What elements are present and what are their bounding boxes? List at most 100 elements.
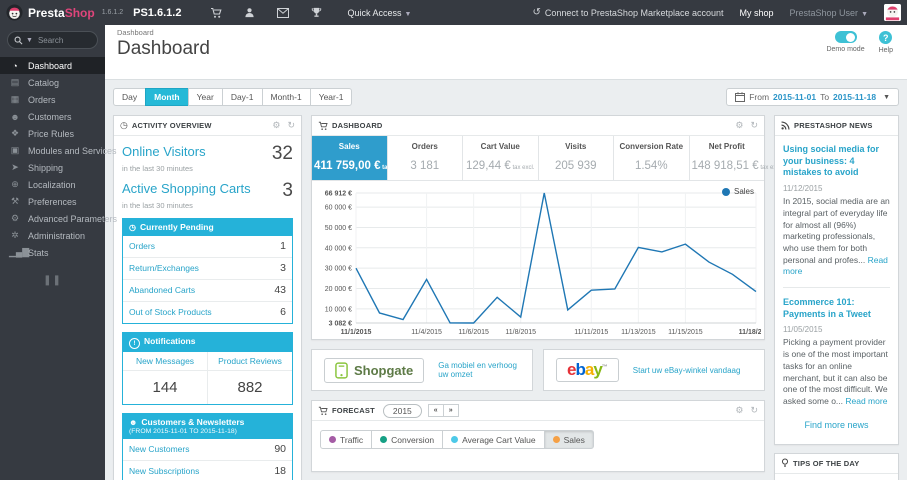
refresh-icon[interactable]: ↻ xyxy=(750,405,758,416)
range-button-day-1[interactable]: Day-1 xyxy=(221,88,263,106)
sidebar-item-customers[interactable]: ☻ Customers xyxy=(0,108,105,125)
sidebar-item-label: Orders xyxy=(28,94,56,105)
stats-icon: ▁▄▇ xyxy=(9,247,30,257)
notification-column: Product Reviews 882 xyxy=(207,352,292,404)
sidebar-item-shipping[interactable]: ➤ Shipping xyxy=(0,159,105,176)
cart-notifications-icon[interactable] xyxy=(210,7,223,19)
sidebar: ▼ ◔ Dashboard ▤ Catalog ▦ Orders ☻ Customers ❖ Pr… xyxy=(0,25,117,480)
sidebar-item-label: Catalog xyxy=(28,77,60,88)
kpi-tile-conversion-rate[interactable]: Conversion Rate 1.54% xyxy=(613,136,689,180)
customer-notifications-icon[interactable] xyxy=(244,7,255,18)
range-button-year-1[interactable]: Year-1 xyxy=(309,88,353,106)
next-year-button[interactable]: » xyxy=(442,404,459,417)
my-shop-link[interactable]: My shop xyxy=(740,8,774,18)
news-article-title[interactable]: Ecommerce 101: Payments in a Tweet xyxy=(783,297,890,320)
news-article-title[interactable]: Using social media for your business: 4 … xyxy=(783,144,890,179)
refresh-icon[interactable]: ↻ xyxy=(750,120,758,131)
notification-label[interactable]: Product Reviews xyxy=(208,352,292,371)
news-article-date: 11/12/2015 xyxy=(783,184,823,194)
sidebar-item-stats[interactable]: ▁▄▇ Stats xyxy=(0,244,105,261)
prestashop-brand[interactable]: PrestaShop 1.6.1.2 xyxy=(0,4,133,21)
svg-text:40 000 €: 40 000 € xyxy=(325,245,352,252)
read-more-link[interactable]: Read more xyxy=(783,255,888,277)
kpi-tile-orders[interactable]: Orders 3 181 xyxy=(386,136,463,180)
cart-icon xyxy=(318,406,328,416)
date-range-button[interactable]: From 2015-11-01 To 2015-11-18 ▼ xyxy=(726,88,899,106)
online-visitors-link[interactable]: Online Visitors xyxy=(122,144,206,159)
quick-access-menu[interactable]: Quick Access ▼ xyxy=(347,8,411,18)
messages-icon[interactable] xyxy=(277,7,290,18)
news-article-excerpt: In 2015, social media are an integral pa… xyxy=(783,196,890,277)
pending-label[interactable]: Return/Exchanges xyxy=(129,263,199,273)
forecast-toggle-traffic[interactable]: Traffic xyxy=(320,430,373,449)
range-button-month[interactable]: Month xyxy=(145,88,189,106)
kpi-tile-cart-value[interactable]: Cart Value 129,44 € tax excl. xyxy=(462,136,538,180)
orders-icon: ▦ xyxy=(10,94,20,104)
notification-label[interactable]: New Messages xyxy=(123,352,207,371)
date-to: 2015-11-18 xyxy=(833,92,877,102)
sidebar-item-modules-and-services[interactable]: ▣ Modules and Services xyxy=(0,142,117,159)
help-icon[interactable]: ? xyxy=(879,31,893,44)
top-bar: PrestaShop 1.6.1.2 PS1.6.1.2 Quick Acces… xyxy=(0,0,907,25)
sidebar-item-catalog[interactable]: ▤ Catalog xyxy=(0,74,105,91)
sidebar-search[interactable]: ▼ xyxy=(7,31,98,49)
read-more-link[interactable]: Read more xyxy=(845,396,887,406)
kpi-tile-sales[interactable]: Sales 411 759,00 € tax excl. xyxy=(312,136,406,180)
news-article-date: 11/05/2015 xyxy=(783,325,823,335)
gear-icon[interactable]: ⚙ xyxy=(735,120,743,131)
kpi-tile-visits[interactable]: Visits 205 939 xyxy=(537,136,614,180)
customers-row: New Customers 90 xyxy=(123,439,292,460)
shopgate-logo[interactable]: Shopgate xyxy=(324,357,425,383)
forecast-toggle-sales[interactable]: Sales xyxy=(543,430,594,449)
pending-label[interactable]: Abandoned Carts xyxy=(129,285,195,295)
customers-value: 18 xyxy=(274,465,286,478)
sidebar-collapse-button[interactable]: ❚❚ xyxy=(0,275,105,286)
sales-series-line xyxy=(355,192,757,324)
trophy-icon[interactable] xyxy=(311,7,322,18)
search-input[interactable] xyxy=(35,34,91,46)
kpi-value: 205 939 xyxy=(554,160,597,172)
gear-icon[interactable]: ⚙ xyxy=(272,120,280,131)
sidebar-item-preferences[interactable]: ⚒ Preferences xyxy=(0,193,105,210)
pending-label[interactable]: Orders xyxy=(129,241,155,251)
active-carts-link[interactable]: Active Shopping Carts xyxy=(122,181,251,196)
shop-name[interactable]: PS1.6.1.2 xyxy=(133,7,181,19)
toggle-on-icon[interactable] xyxy=(834,31,857,43)
ebay-logo[interactable]: ebay™ xyxy=(556,358,619,382)
panel-title: ACTIVITY OVERVIEW xyxy=(131,121,212,130)
sidebar-item-advanced-parameters[interactable]: ⚙ Advanced Parameters xyxy=(0,210,117,227)
notification-value: 144 xyxy=(152,379,178,396)
breadcrumb[interactable]: Dashboard xyxy=(117,28,154,37)
refresh-icon[interactable]: ↻ xyxy=(287,120,295,131)
sidebar-item-price-rules[interactable]: ❖ Price Rules xyxy=(0,125,105,142)
demo-mode-toggle[interactable]: Demo mode xyxy=(826,31,865,54)
marketplace-link[interactable]: ↺ Connect to PrestaShop Marketplace accou… xyxy=(533,7,724,18)
pending-label[interactable]: Out of Stock Products xyxy=(129,307,212,317)
user-avatar[interactable] xyxy=(884,4,901,21)
svg-text:50 000 €: 50 000 € xyxy=(325,225,352,232)
range-button-year[interactable]: Year xyxy=(187,88,223,106)
sidebar-item-orders[interactable]: ▦ Orders xyxy=(0,91,105,108)
customers-label[interactable]: New Subscriptions xyxy=(129,466,199,476)
previous-year-button[interactable]: « xyxy=(427,404,444,417)
panel-title: DASHBOARD xyxy=(332,121,383,130)
kpi-tile-net-profit[interactable]: Net Profit 148 918,51 € tax excl. xyxy=(688,136,782,180)
chevron-down-icon[interactable]: ▼ xyxy=(26,37,33,44)
help-button[interactable]: ? Help xyxy=(879,31,893,54)
shopgate-link[interactable]: Ga mobiel en verhoog uw omzet xyxy=(438,361,520,379)
ebay-link[interactable]: Start uw eBay-winkel vandaag xyxy=(633,366,741,375)
sidebar-item-administration[interactable]: ✲ Administration xyxy=(0,227,105,244)
user-menu[interactable]: PrestaShop User ▼ xyxy=(790,8,868,18)
range-button-day[interactable]: Day xyxy=(113,88,147,106)
range-button-month-1[interactable]: Month-1 xyxy=(261,88,311,106)
customers-label[interactable]: New Customers xyxy=(129,444,189,454)
gear-icon[interactable]: ⚙ xyxy=(735,405,743,416)
sidebar-item-localization[interactable]: ⊕ Localization xyxy=(0,176,105,193)
chart-legend[interactable]: Sales xyxy=(721,187,754,196)
pending-row: Return/Exchanges 3 xyxy=(123,256,292,279)
kpi-label: Visits xyxy=(565,142,587,151)
forecast-toggle-conversion[interactable]: Conversion xyxy=(371,430,444,449)
sidebar-item-dashboard[interactable]: ◔ Dashboard xyxy=(0,57,105,74)
find-more-news-link[interactable]: Find more news xyxy=(783,420,890,430)
forecast-toggle-average-cart-value[interactable]: Average Cart Value xyxy=(442,430,545,449)
